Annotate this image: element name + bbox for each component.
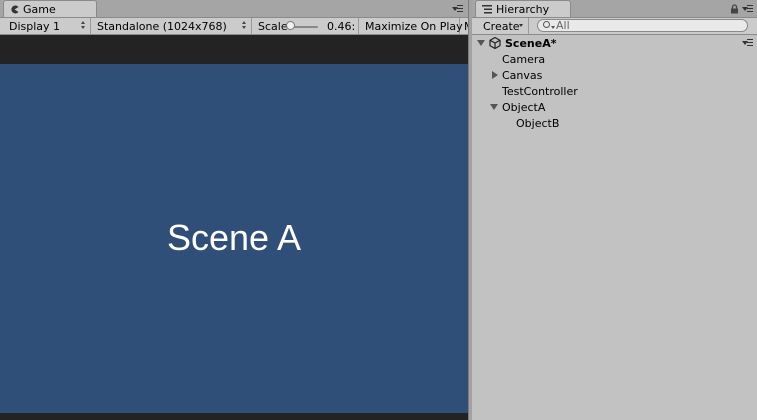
- game-view[interactable]: Scene A: [0, 64, 468, 413]
- expanded-arrow-icon[interactable]: [490, 104, 498, 110]
- tab-game-label: Game: [23, 2, 56, 16]
- maximize-on-play-label: Maximize On Play: [365, 19, 463, 33]
- resolution-dropdown[interactable]: Standalone (1024x768): [91, 18, 252, 34]
- tab-hierarchy[interactable]: Hierarchy: [475, 0, 571, 17]
- hierarchy-item-label: TestController: [502, 84, 578, 98]
- search-filter-caret-icon: [551, 26, 555, 29]
- dropdown-caret-icon: [519, 24, 523, 27]
- hierarchy-item-label: Camera: [502, 52, 546, 66]
- create-button-label: Create: [483, 19, 520, 33]
- search-icon: [543, 21, 550, 28]
- hierarchy-item-label: ObjectB: [516, 116, 560, 130]
- resolution-dropdown-label: Standalone (1024x768): [97, 19, 227, 33]
- scene-menu-icon[interactable]: [742, 39, 754, 47]
- search-input[interactable]: [556, 19, 736, 31]
- hierarchy-panel: Hierarchy Create SceneA*: [472, 0, 757, 420]
- hierarchy-item-objecta[interactable]: ObjectA: [472, 99, 757, 115]
- unity-scene-icon: [489, 37, 501, 49]
- scale-control: Scale 0.46:: [252, 18, 359, 34]
- panel-menu-icon[interactable]: [452, 5, 464, 13]
- updown-arrows-icon: [81, 21, 86, 31]
- panel-menu-icon[interactable]: [742, 5, 754, 13]
- game-view-letterbox-bottom: [0, 413, 468, 420]
- hierarchy-item-camera[interactable]: Camera: [472, 51, 757, 67]
- expand-arrow-icon[interactable]: [477, 40, 485, 46]
- hierarchy-toolbar: Create: [472, 18, 757, 35]
- create-button[interactable]: Create: [475, 18, 529, 34]
- display-dropdown-label: Display 1: [9, 19, 61, 33]
- game-tab-strip: Game: [0, 0, 468, 18]
- hierarchy-item-objectb[interactable]: ObjectB: [472, 115, 757, 131]
- game-toolbar: Display 1 Standalone (1024x768) Scale 0.…: [0, 18, 468, 35]
- lock-icon[interactable]: [730, 4, 739, 14]
- maximize-on-play-toggle[interactable]: Maximize On Play: [359, 18, 463, 34]
- hierarchy-item-label: ObjectA: [502, 100, 546, 114]
- scale-label: Scale: [258, 19, 288, 33]
- hierarchy-item-canvas[interactable]: Canvas: [472, 67, 757, 83]
- display-dropdown[interactable]: Display 1: [3, 18, 91, 34]
- hierarchy-tab-strip: Hierarchy: [472, 0, 757, 18]
- scene-title-text: Scene A: [166, 217, 302, 258]
- tab-game[interactable]: Game: [3, 0, 97, 17]
- search-field[interactable]: [537, 19, 748, 32]
- hierarchy-item-testcontroller[interactable]: TestController: [472, 83, 757, 99]
- scale-slider-thumb[interactable]: [286, 21, 295, 30]
- hierarchy-list-icon: [482, 4, 492, 13]
- tab-hierarchy-label: Hierarchy: [496, 2, 550, 16]
- hierarchy-item-label: Canvas: [502, 68, 543, 82]
- scene-name: SceneA*: [505, 36, 557, 50]
- scale-value: 0.46:: [327, 19, 356, 33]
- next-toolbar-toggle[interactable]: M: [460, 18, 468, 34]
- scene-header-row[interactable]: SceneA*: [472, 35, 757, 51]
- updown-arrows-icon: [242, 21, 247, 31]
- game-panel: Game Display 1 Standalone (1024x768) Sca…: [0, 0, 468, 420]
- collapsed-arrow-icon[interactable]: [492, 71, 498, 79]
- pacman-game-icon: [11, 5, 19, 13]
- game-view-letterbox-top: [0, 35, 468, 64]
